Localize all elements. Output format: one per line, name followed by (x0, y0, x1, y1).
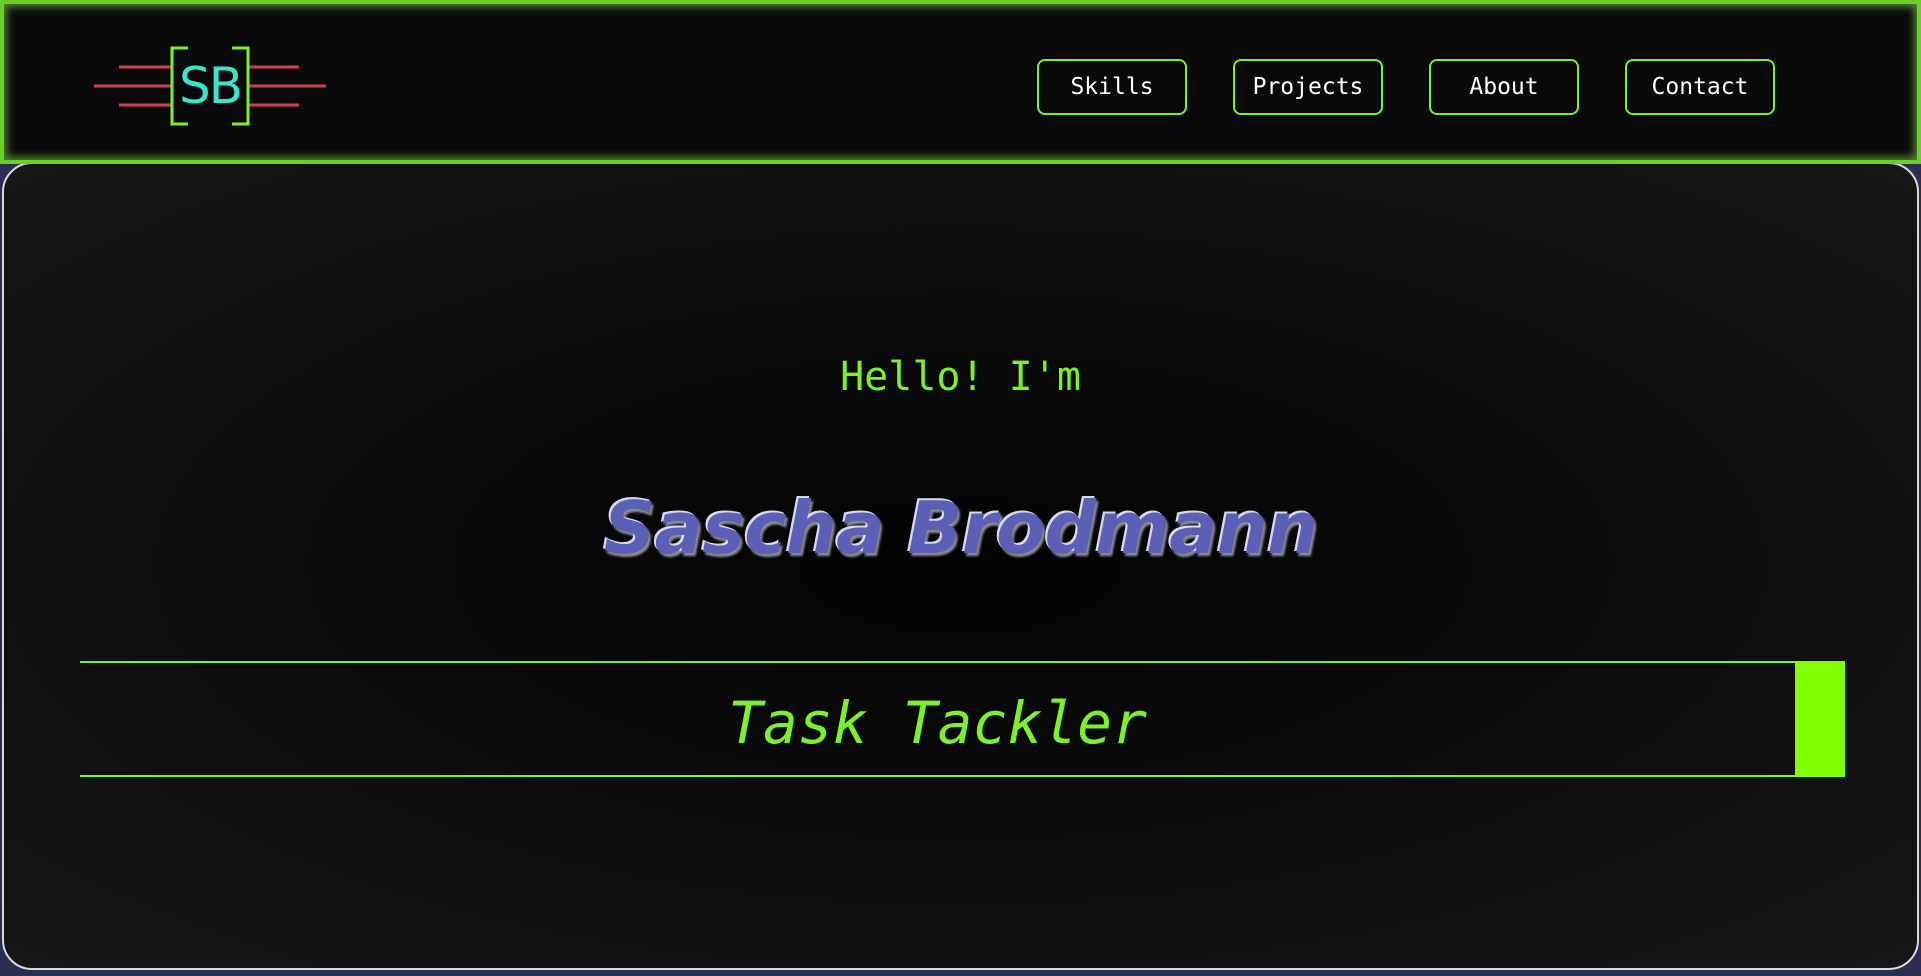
nav-about-button[interactable]: About (1429, 59, 1579, 115)
nav-projects-button[interactable]: Projects (1233, 59, 1383, 115)
hero-name: Sascha Brodmann (603, 486, 1318, 570)
tagline-box: Task Tackler (80, 661, 1845, 777)
site-header: SB Skills Projects About Contact (0, 0, 1921, 164)
main-nav: Skills Projects About Contact (1037, 59, 1775, 115)
nav-contact-button[interactable]: Contact (1625, 59, 1775, 115)
nav-skills-button[interactable]: Skills (1037, 59, 1187, 115)
hero-greeting: Hello! I'm (840, 354, 1081, 400)
logo-link[interactable]: SB (94, 42, 326, 130)
hero-tagline: Task Tackler (727, 689, 1148, 757)
typing-cursor (1795, 661, 1845, 777)
page: SB Skills Projects About Contact Hello! … (0, 0, 1921, 976)
logo-text: SB (178, 57, 243, 115)
hero-section: Hello! I'm Sascha Brodmann Task Tackler (2, 162, 1919, 970)
